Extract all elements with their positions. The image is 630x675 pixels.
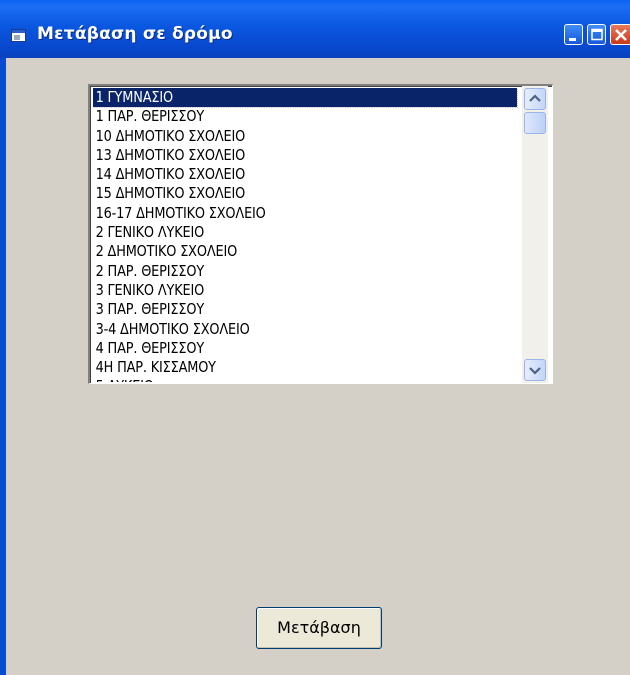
- list-item[interactable]: 4Η ΠΑΡ. ΚΙΣΣΑΜΟΥ: [93, 358, 461, 377]
- list-item[interactable]: 1 ΓΥΜΝΑΣΙΟ: [93, 88, 518, 109]
- list-item[interactable]: 14 ΔΗΜΟΤΙΚΟ ΣΧΟΛΕΙΟ: [93, 165, 461, 184]
- minimize-icon: [569, 38, 576, 41]
- close-icon: [615, 29, 627, 41]
- window-frame-left: [0, 58, 6, 675]
- window-app-icon[interactable]: [11, 29, 26, 42]
- list-item[interactable]: 1 ΠΑΡ. ΘΕΡΙΣΣΟΥ: [93, 107, 461, 126]
- chevron-down-icon: [529, 367, 541, 375]
- title-bar[interactable]: Μετάβαση σε δρόμο: [0, 0, 630, 58]
- dialog-window: Μετάβαση σε δρόμο 1 ΓΥΜΝΑΣΙΟ 1 ΠΑΡ. ΘΕΡΙΣ…: [0, 0, 630, 675]
- list-item[interactable]: 3-4 ΔΗΜΟΤΙΚΟ ΣΧΟΛΕΙΟ: [93, 320, 461, 339]
- list-item[interactable]: 2 ΔΗΜΟΤΙΚΟ ΣΧΟΛΕΙΟ: [93, 242, 461, 261]
- close-button[interactable]: [610, 24, 630, 45]
- vertical-scrollbar[interactable]: [522, 86, 548, 383]
- list-item[interactable]: 2 ΓΕΝΙΚΟ ΛΥΚΕΙΟ: [93, 223, 461, 242]
- list-items: 1 ΓΥΜΝΑΣΙΟ 1 ΠΑΡ. ΘΕΡΙΣΣΟΥ 10 ΔΗΜΟΤΙΚΟ ΣΧΟ…: [93, 88, 521, 382]
- scroll-up-button[interactable]: [524, 88, 546, 110]
- list-item[interactable]: 16-17 ΔΗΜΟΤΙΚΟ ΣΧΟΛΕΙΟ: [93, 204, 461, 223]
- minimize-button[interactable]: [564, 24, 583, 45]
- list-item[interactable]: 3 ΠΑΡ. ΘΕΡΙΣΣΟΥ: [93, 300, 461, 319]
- window-title: Μετάβαση σε δρόμο: [37, 24, 233, 44]
- list-item[interactable]: 2 ΠΑΡ. ΘΕΡΙΣΣΟΥ: [93, 262, 461, 281]
- list-item[interactable]: 15 ΔΗΜΟΤΙΚΟ ΣΧΟΛΕΙΟ: [93, 184, 461, 203]
- list-item[interactable]: 10 ΔΗΜΟΤΙΚΟ ΣΧΟΛΕΙΟ: [93, 127, 461, 146]
- list-item[interactable]: 4 ΠΑΡ. ΘΕΡΙΣΣΟΥ: [93, 339, 461, 358]
- list-item[interactable]: 13 ΔΗΜΟΤΙΚΟ ΣΧΟΛΕΙΟ: [93, 146, 461, 165]
- scroll-down-button[interactable]: [524, 359, 546, 381]
- scroll-thumb[interactable]: [524, 112, 546, 134]
- maximize-icon: [591, 28, 603, 41]
- chevron-up-icon: [529, 94, 541, 102]
- destination-listbox[interactable]: 1 ΓΥΜΝΑΣΙΟ 1 ΠΑΡ. ΘΕΡΙΣΣΟΥ 10 ΔΗΜΟΤΙΚΟ ΣΧΟ…: [88, 84, 553, 384]
- list-item[interactable]: 3 ΓΕΝΙΚΟ ΛΥΚΕΙΟ: [93, 281, 461, 300]
- go-button[interactable]: Μετάβαση: [256, 607, 382, 649]
- list-item[interactable]: 5 ΛΥΚΕΙΟ: [93, 377, 461, 382]
- maximize-button[interactable]: [587, 24, 606, 45]
